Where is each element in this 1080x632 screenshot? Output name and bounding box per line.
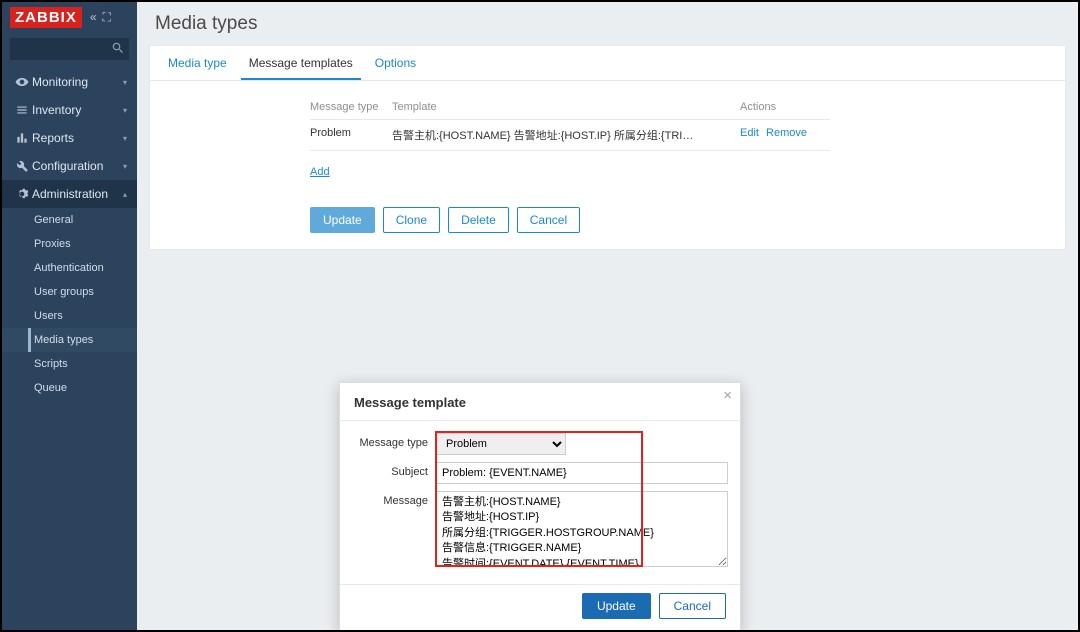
label-subject: Subject xyxy=(352,462,436,478)
message-template-modal: × Message template Message type Problem … xyxy=(339,382,741,632)
nav-inventory[interactable]: Inventory ▾ xyxy=(2,96,137,124)
sub-proxies[interactable]: Proxies xyxy=(2,232,137,256)
nav-label: Reports xyxy=(32,131,74,145)
modal-update-button[interactable]: Update xyxy=(582,593,651,619)
nav-monitoring[interactable]: Monitoring ▾ xyxy=(2,68,137,96)
modal-cancel-button[interactable]: Cancel xyxy=(659,593,726,619)
tab-media-type[interactable]: Media type xyxy=(160,46,235,80)
sub-users[interactable]: Users xyxy=(2,304,137,328)
nav-label: Configuration xyxy=(32,159,103,173)
sub-scripts[interactable]: Scripts xyxy=(2,352,137,376)
table-row: Problem 告警主机:{HOST.NAME} 告警地址:{HOST.IP} … xyxy=(310,120,830,151)
nav-administration[interactable]: Administration ▴ xyxy=(2,180,137,208)
nav-configuration[interactable]: Configuration ▾ xyxy=(2,152,137,180)
bar-icon xyxy=(12,131,32,145)
nav-label: Monitoring xyxy=(32,75,88,89)
cancel-button[interactable]: Cancel xyxy=(517,207,580,233)
subject-input[interactable] xyxy=(436,462,728,484)
tabs: Media type Message templates Options xyxy=(150,46,1065,81)
eye-icon xyxy=(12,75,32,89)
sub-media-types[interactable]: Media types xyxy=(2,328,137,352)
chevron-down-icon: ▾ xyxy=(123,134,127,143)
label-message-type: Message type xyxy=(352,433,436,449)
cell-type: Problem xyxy=(310,120,392,151)
th-template: Template xyxy=(392,95,740,120)
th-message-type: Message type xyxy=(310,95,392,120)
message-type-select[interactable]: Problem xyxy=(436,433,566,455)
search-icon[interactable] xyxy=(111,41,125,58)
tab-options[interactable]: Options xyxy=(367,46,424,80)
cell-template: 告警主机:{HOST.NAME} 告警地址:{HOST.IP} 所属分组:{TR… xyxy=(392,120,740,151)
label-message: Message xyxy=(352,491,436,507)
message-textarea[interactable]: 告警主机:{HOST.NAME} 告警地址:{HOST.IP} 所属分组:{TR… xyxy=(436,491,728,567)
add-link[interactable]: Add xyxy=(310,158,330,186)
th-actions: Actions xyxy=(740,95,830,120)
sub-authentication[interactable]: Authentication xyxy=(2,256,137,280)
clone-button[interactable]: Clone xyxy=(383,207,440,233)
remove-link[interactable]: Remove xyxy=(766,127,807,139)
list-icon xyxy=(12,103,32,117)
tab-message-templates[interactable]: Message templates xyxy=(241,46,361,80)
cell-actions: Edit Remove xyxy=(740,120,830,151)
sub-user-groups[interactable]: User groups xyxy=(2,280,137,304)
sub-queue[interactable]: Queue xyxy=(2,376,137,400)
wrench-icon xyxy=(12,159,32,173)
close-icon[interactable]: × xyxy=(723,387,732,404)
chevron-down-icon: ▾ xyxy=(123,106,127,115)
chevron-down-icon: ▾ xyxy=(123,162,127,171)
gear-icon xyxy=(12,187,32,201)
search-box[interactable] xyxy=(10,38,129,60)
nav-label: Inventory xyxy=(32,103,81,117)
collapse-icon[interactable]: « xyxy=(90,10,97,25)
sub-general[interactable]: General xyxy=(2,208,137,232)
modal-title: Message template xyxy=(340,383,740,421)
update-button[interactable]: Update xyxy=(310,207,375,233)
chevron-up-icon: ▴ xyxy=(123,190,127,199)
nav-reports[interactable]: Reports ▾ xyxy=(2,124,137,152)
delete-button[interactable]: Delete xyxy=(448,207,509,233)
page-title: Media types xyxy=(137,2,1078,45)
chevron-down-icon: ▾ xyxy=(123,78,127,87)
sidebar: ZABBIX « ⛶ Monitoring ▾ Inventory ▾ Report… xyxy=(2,2,137,630)
expand-icon[interactable]: ⛶ xyxy=(103,10,111,25)
logo: ZABBIX xyxy=(10,7,82,28)
nav-label: Administration xyxy=(32,187,108,201)
edit-link[interactable]: Edit xyxy=(740,127,759,139)
templates-table: Message type Template Actions Problem 告警… xyxy=(310,95,830,193)
